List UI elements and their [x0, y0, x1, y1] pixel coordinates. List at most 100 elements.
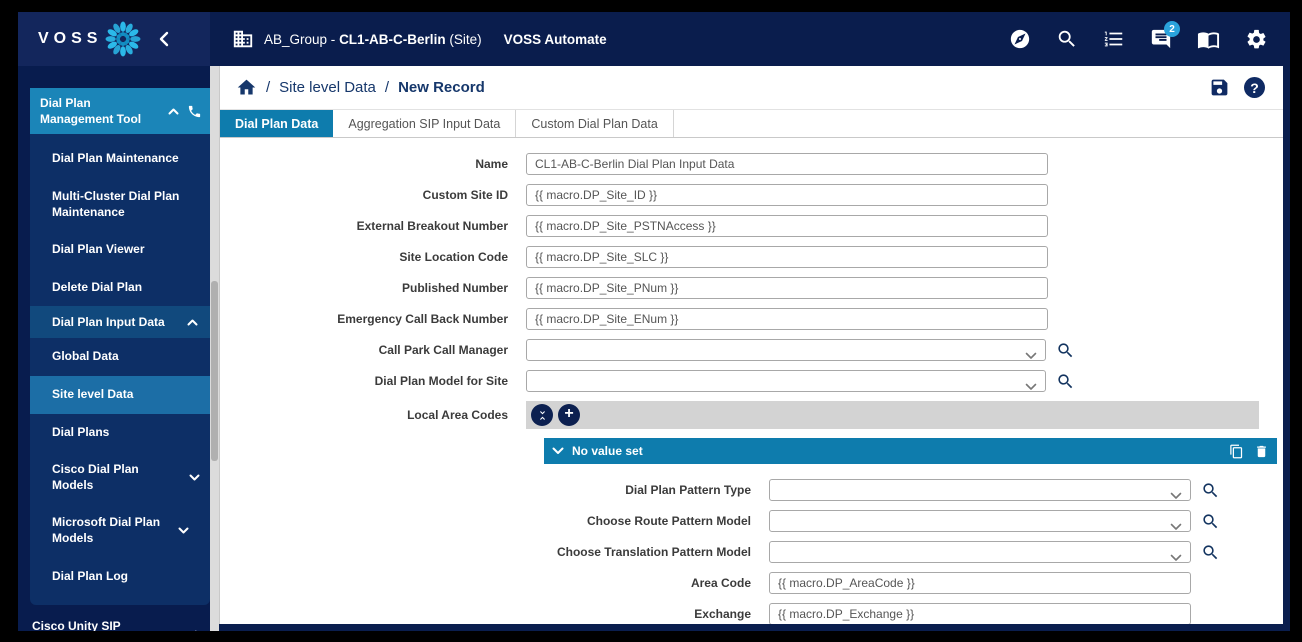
- dial-plan-pattern-type-search-button[interactable]: [1201, 481, 1220, 500]
- site-type: (Site): [449, 32, 481, 47]
- call-park-call-manager-label: Call Park Call Manager: [220, 343, 526, 357]
- choose-route-pattern-model-search-button[interactable]: [1201, 512, 1220, 531]
- sidebar-collapse-button[interactable]: [158, 31, 170, 47]
- sidebar-item-dial-plan-viewer[interactable]: Dial Plan Viewer: [30, 231, 210, 269]
- collapse-all-button[interactable]: [531, 404, 553, 426]
- external-breakout-number-input[interactable]: [526, 215, 1048, 237]
- call-park-call-manager-search-button[interactable]: [1056, 341, 1075, 360]
- swap-arrows-icon: [185, 627, 200, 631]
- published-number-label: Published Number: [220, 281, 526, 295]
- app-window: VOSS AB_Group -: [18, 12, 1290, 631]
- breadcrumb-section[interactable]: Site level Data: [279, 79, 376, 96]
- scrollbar-thumb[interactable]: [211, 281, 218, 462]
- call-park-call-manager-select[interactable]: [526, 339, 1046, 361]
- home-button[interactable]: [236, 77, 257, 98]
- top-bar: VOSS AB_Group -: [18, 12, 1290, 66]
- dial-plan-model-for-site-label: Dial Plan Model for Site: [220, 374, 526, 388]
- chevron-down-icon: [1170, 523, 1182, 531]
- building-icon: [232, 28, 254, 50]
- sidebar-item-dial-plans[interactable]: Dial Plans: [30, 414, 210, 452]
- group-label: Dial Plan Management Tool: [40, 95, 152, 127]
- numbered-list-icon: [1103, 28, 1125, 50]
- group-title: No value set: [572, 444, 643, 458]
- choose-route-pattern-model-select[interactable]: [769, 510, 1191, 532]
- transactions-list-button[interactable]: [1103, 28, 1125, 50]
- chevron-down-icon: [178, 527, 189, 534]
- site-location-code-label: Site Location Code: [220, 250, 526, 264]
- copy-icon: [1229, 444, 1244, 459]
- explore-button[interactable]: [1009, 28, 1031, 50]
- trash-icon: [1254, 444, 1269, 459]
- home-icon: [236, 77, 257, 98]
- chevron-left-icon: [158, 31, 170, 47]
- dial-plan-model-for-site-select[interactable]: [526, 370, 1046, 392]
- collapse-icon: [536, 409, 549, 422]
- choose-translation-pattern-model-select[interactable]: [769, 541, 1191, 563]
- emergency-call-back-number-label: Emergency Call Back Number: [220, 312, 526, 326]
- emergency-call-back-number-input[interactable]: [526, 308, 1048, 330]
- search-icon: [1056, 372, 1075, 391]
- local-area-codes-toolbar: +: [526, 401, 1259, 429]
- breadcrumb-separator: /: [266, 79, 270, 96]
- choose-translation-pattern-model-search-button[interactable]: [1201, 543, 1220, 562]
- group-label: Cisco Unity SIP Integration: [32, 618, 132, 631]
- sidebar-item-microsoft-dial-plan-models[interactable]: Microsoft Dial Plan Models: [30, 504, 210, 557]
- sidebar-group-cisco-unity-sip-integration[interactable]: Cisco Unity SIP Integration: [18, 605, 210, 631]
- search-icon: [1056, 28, 1078, 50]
- sidebar-item-dial-plan-maintenance[interactable]: Dial Plan Maintenance: [30, 140, 210, 178]
- save-button[interactable]: [1209, 77, 1230, 98]
- documentation-button[interactable]: [1197, 28, 1220, 51]
- sidebar-item-multi-cluster-dial-plan-maintenance[interactable]: Multi-Cluster Dial Plan Maintenance: [30, 178, 190, 231]
- add-entry-button[interactable]: +: [558, 404, 580, 426]
- item-label: Microsoft Dial Plan Models: [52, 515, 170, 546]
- subgroup-label: Dial Plan Input Data: [52, 315, 165, 329]
- form: Name Custom Site ID External Breakout Nu…: [220, 138, 1283, 624]
- copy-entry-button[interactable]: [1229, 444, 1244, 459]
- local-area-codes-group-header[interactable]: No value set: [544, 438, 1277, 464]
- dial-plan-pattern-type-label: Dial Plan Pattern Type: [220, 483, 769, 497]
- custom-site-id-input[interactable]: [526, 184, 1048, 206]
- chevron-down-icon: [1170, 492, 1182, 500]
- sidebar-item-dial-plan-log[interactable]: Dial Plan Log: [30, 558, 210, 596]
- published-number-input[interactable]: [526, 277, 1048, 299]
- sidebar-group-dial-plan-management-tool[interactable]: Dial Plan Management Tool: [30, 88, 210, 134]
- chevron-up-icon: [187, 319, 198, 326]
- dial-plan-model-for-site-search-button[interactable]: [1056, 372, 1075, 391]
- sidebar-item-global-data[interactable]: Global Data: [30, 338, 210, 376]
- breadcrumb: / Site level Data / New Record ?: [220, 66, 1283, 110]
- breadcrumb-separator: /: [385, 79, 389, 96]
- search-button[interactable]: [1056, 28, 1078, 50]
- tab-dial-plan-data[interactable]: Dial Plan Data: [220, 110, 333, 137]
- sidebar-scrollbar[interactable]: [210, 66, 219, 631]
- tab-custom-dial-plan-data[interactable]: Custom Dial Plan Data: [516, 110, 673, 137]
- tab-aggregation-sip-input-data[interactable]: Aggregation SIP Input Data: [333, 110, 516, 137]
- exchange-input[interactable]: [769, 603, 1191, 624]
- site-name: CL1-AB-C-Berlin: [339, 32, 446, 47]
- logo-section: VOSS: [18, 12, 210, 66]
- choose-route-pattern-model-label: Choose Route Pattern Model: [220, 514, 769, 528]
- voss-logo-text: VOSS: [38, 30, 102, 48]
- sidebar-item-cisco-dial-plan-models[interactable]: Cisco Dial Plan Models: [30, 451, 210, 504]
- chevron-down-icon: [1170, 554, 1182, 562]
- dial-plan-pattern-type-select[interactable]: [769, 479, 1191, 501]
- area-code-input[interactable]: [769, 572, 1191, 594]
- hierarchy-context[interactable]: AB_Group - CL1-AB-C-Berlin (Site): [264, 32, 482, 47]
- voss-flower-logo-icon: [104, 20, 142, 58]
- chevron-up-icon: [168, 108, 179, 115]
- save-icon: [1209, 77, 1230, 98]
- sidebar-item-site-level-data[interactable]: Site level Data: [30, 376, 210, 414]
- messages-button[interactable]: 2: [1150, 28, 1172, 50]
- name-input[interactable]: [526, 153, 1048, 175]
- search-icon: [1201, 481, 1220, 500]
- sidebar-subgroup-dial-plan-input-data[interactable]: Dial Plan Input Data: [30, 306, 210, 338]
- settings-button[interactable]: [1245, 28, 1268, 51]
- custom-site-id-label: Custom Site ID: [220, 188, 526, 202]
- compass-icon: [1009, 28, 1031, 50]
- delete-entry-button[interactable]: [1254, 444, 1269, 459]
- area-code-label: Area Code: [220, 576, 769, 590]
- site-location-code-input[interactable]: [526, 246, 1048, 268]
- org-name: AB_Group -: [264, 32, 335, 47]
- phone-icon: [187, 104, 202, 119]
- help-button[interactable]: ?: [1244, 77, 1265, 98]
- sidebar-item-delete-dial-plan[interactable]: Delete Dial Plan: [30, 269, 210, 307]
